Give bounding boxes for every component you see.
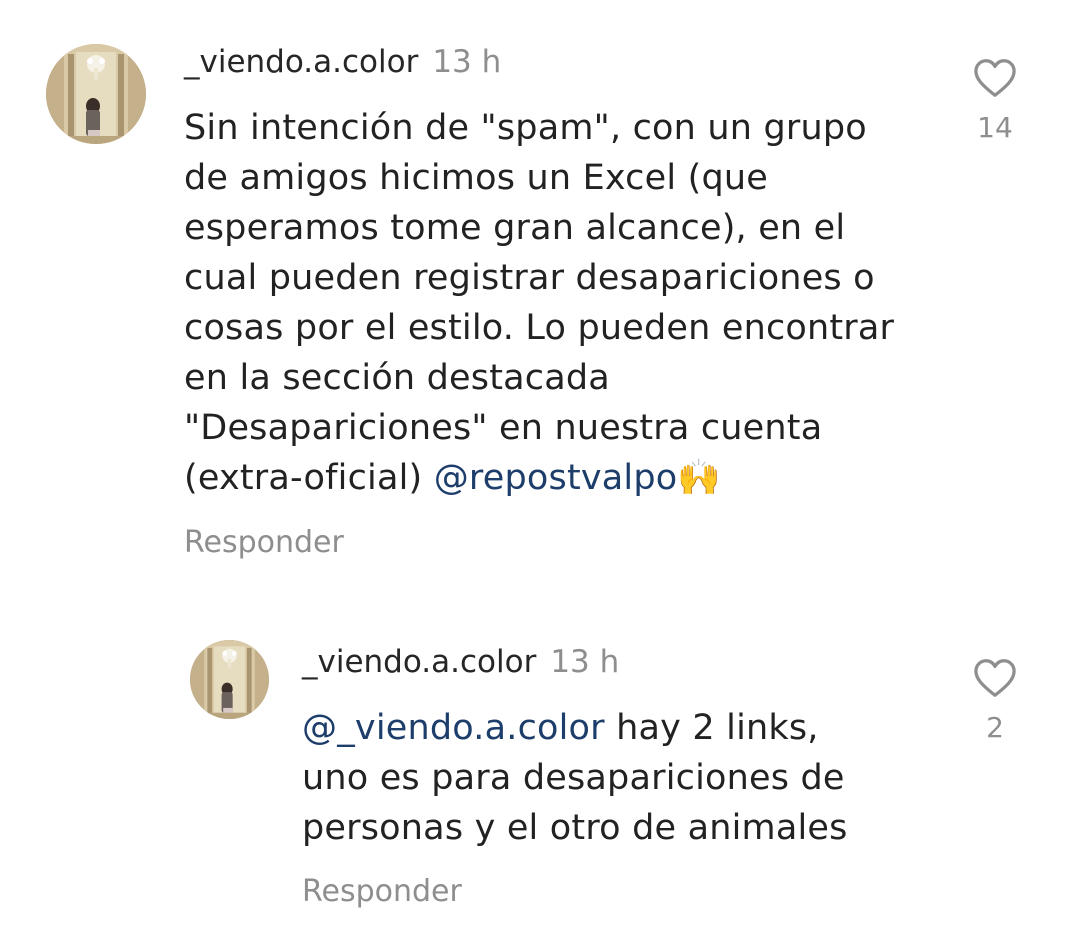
avatar-image <box>46 44 146 144</box>
username[interactable]: _viendo.a.color <box>302 644 536 680</box>
like-column: 2 <box>965 658 1025 744</box>
comment-header: _viendo.a.color 13 h <box>302 644 619 680</box>
emoji: 🙌 <box>677 458 722 498</box>
like-column: 14 <box>965 58 1025 144</box>
timestamp: 13 h <box>432 44 502 80</box>
like-count: 2 <box>986 711 1004 744</box>
avatar-image <box>190 640 269 719</box>
comment-text: Sin intención de "spam", con un grupo de… <box>184 103 904 503</box>
mention-link[interactable]: @_viendo.a.color <box>302 708 605 748</box>
timestamp: 13 h <box>550 644 620 680</box>
comment-header: _viendo.a.color 13 h <box>184 44 501 80</box>
comment-text: @_viendo.a.color hay 2 links, uno es par… <box>302 703 892 853</box>
reply-button[interactable]: Responder <box>302 874 462 910</box>
comment-text-body: Sin intención de "spam", con un grupo de… <box>184 108 895 498</box>
like-count: 14 <box>977 111 1013 144</box>
username[interactable]: _viendo.a.color <box>184 44 418 80</box>
avatar[interactable] <box>46 44 146 144</box>
reply-button[interactable]: Responder <box>184 525 344 561</box>
mention-link[interactable]: @repostvalpo <box>434 458 678 498</box>
heart-outline-icon[interactable] <box>973 658 1017 698</box>
avatar[interactable] <box>190 640 269 719</box>
heart-outline-icon[interactable] <box>973 58 1017 98</box>
